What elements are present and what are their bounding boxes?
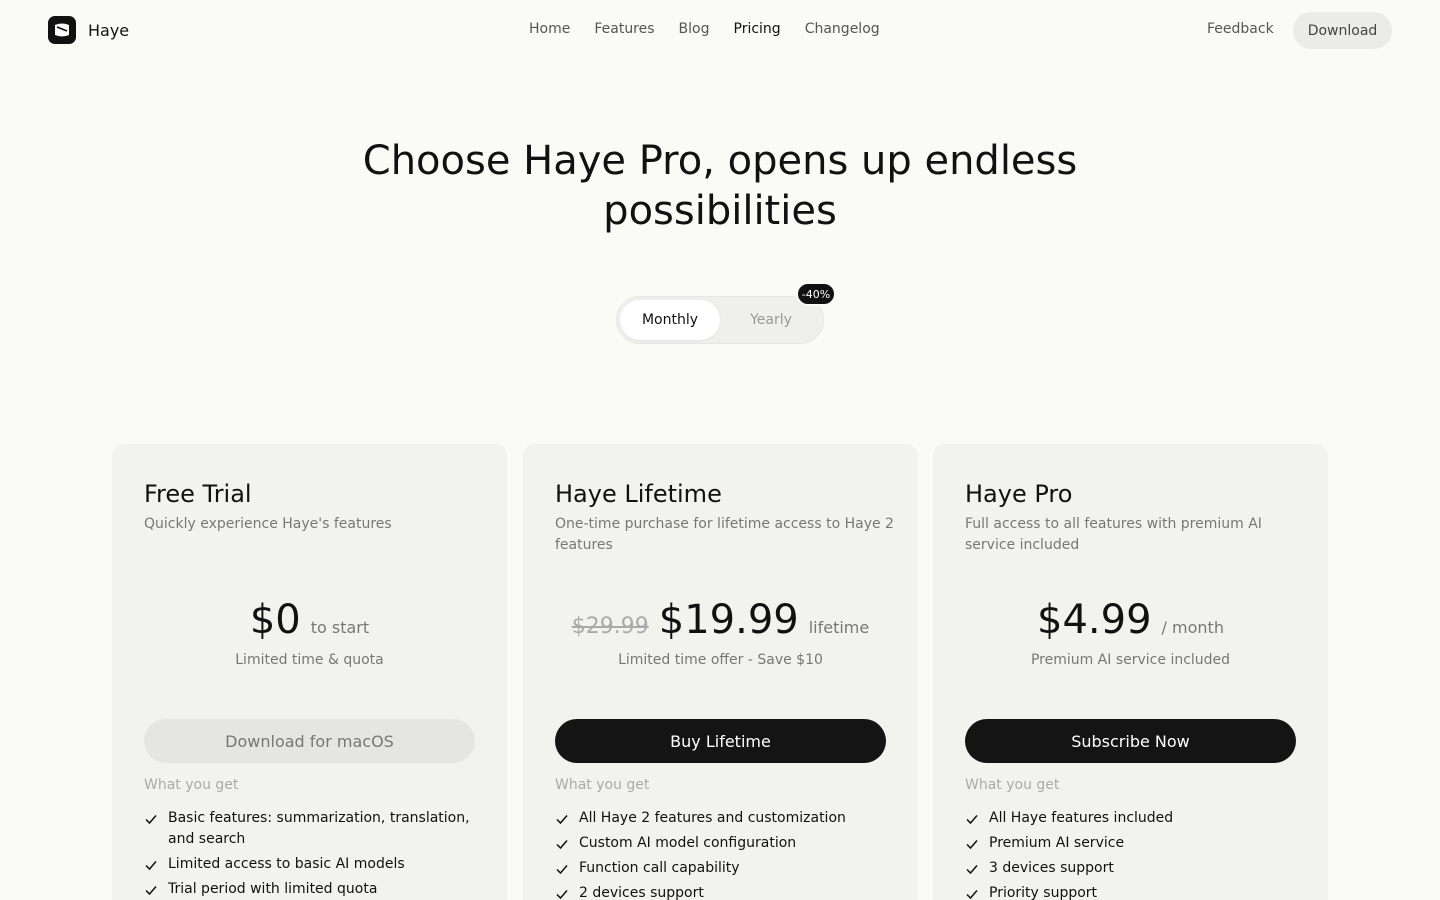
feature-text: Basic features: summarization, translati… — [168, 810, 470, 847]
nav-blog[interactable]: Blog — [679, 21, 710, 37]
feature-text: 3 devices support — [989, 860, 1114, 876]
nav-home[interactable]: Home — [529, 21, 570, 37]
feature-text: All Haye 2 features and customization — [579, 810, 846, 826]
billing-period-toggle: Monthly Yearly — [616, 296, 824, 344]
plan-price-note: Premium AI service included — [1030, 652, 1231, 668]
features-label: What you get — [965, 777, 1060, 793]
nav-pricing[interactable]: Pricing — [734, 21, 781, 37]
billing-yearly-option[interactable]: Yearly — [721, 300, 821, 340]
check-icon — [965, 858, 979, 879]
plan-card-free-trial: Free Trial Quickly experience Haye's fea… — [112, 444, 507, 900]
plan-price: $19.99 — [658, 597, 799, 643]
check-icon — [965, 883, 979, 900]
feature-text: 2 devices support — [579, 885, 704, 900]
feature-text: Limited access to basic AI models — [168, 856, 405, 872]
feature-text: Premium AI service — [989, 835, 1125, 851]
feature-text: Function call capability — [579, 860, 740, 876]
haye-logo-icon — [48, 16, 76, 44]
billing-monthly-option[interactable]: Monthly — [620, 300, 720, 340]
plan-feature-list: All Haye 2 features and customization Cu… — [555, 808, 885, 900]
plan-card-lifetime: Haye Lifetime One-time purchase for life… — [523, 444, 918, 900]
list-item: Limited access to basic AI models — [144, 854, 474, 875]
check-icon — [555, 808, 569, 829]
plan-price: $0 — [249, 597, 301, 643]
feature-text: All Haye features included — [989, 810, 1174, 826]
list-item: All Haye 2 features and customization — [555, 808, 885, 829]
page-title: Choose Haye Pro, opens up endless possib… — [0, 136, 1440, 236]
plan-price-suffix: to start — [310, 618, 370, 637]
list-item: Custom AI model configuration — [555, 833, 885, 854]
check-icon — [144, 854, 158, 875]
list-item: Priority support — [965, 883, 1295, 900]
feature-text: Custom AI model configuration — [579, 835, 797, 851]
check-icon — [965, 808, 979, 829]
buy-lifetime-button[interactable]: Buy Lifetime — [555, 719, 886, 763]
list-item: Basic features: summarization, translati… — [144, 808, 474, 850]
feature-text: Trial period with limited quota — [168, 881, 378, 897]
list-item: 2 devices support — [555, 883, 885, 900]
plan-price-note: Limited time offer - Save $10 — [618, 652, 823, 668]
nav-features[interactable]: Features — [594, 21, 654, 37]
list-item: 3 devices support — [965, 858, 1295, 879]
plan-price-suffix: / month — [1161, 618, 1224, 637]
check-icon — [144, 879, 158, 900]
list-item: All Haye features included — [965, 808, 1295, 829]
plan-price-row: $0 to start — [112, 596, 507, 644]
brand-name: Haye — [88, 20, 130, 40]
plan-title: Haye Pro — [965, 480, 1073, 508]
header-download-button[interactable]: Download — [1293, 12, 1392, 49]
plan-title: Haye Lifetime — [555, 480, 722, 508]
plan-price-row: $29.99 $19.99 lifetime — [523, 596, 918, 644]
plan-price: $4.99 — [1037, 597, 1152, 643]
plan-title: Free Trial — [144, 480, 252, 508]
page-title-line-2: possibilities — [603, 188, 837, 234]
plan-price-row: $4.99 / month — [933, 596, 1328, 644]
features-label: What you get — [144, 777, 239, 793]
feedback-link[interactable]: Feedback — [1207, 21, 1274, 37]
subscribe-now-button[interactable]: Subscribe Now — [965, 719, 1296, 763]
check-icon — [555, 833, 569, 854]
yearly-discount-badge: -40% — [796, 282, 836, 306]
plan-description: Quickly experience Haye's features — [144, 516, 392, 532]
list-item: Trial period with limited quota — [144, 879, 474, 900]
plan-price-note: Limited time & quota — [235, 652, 384, 668]
plan-price-suffix: lifetime — [808, 618, 870, 637]
feature-text: Priority support — [989, 885, 1098, 900]
check-icon — [555, 858, 569, 879]
top-header: Haye Home Features Blog Pricing Changelo… — [0, 0, 1440, 62]
plan-card-pro: Haye Pro Full access to all features wit… — [933, 444, 1328, 900]
main-nav: Home Features Blog Pricing Changelog — [529, 21, 880, 37]
download-macos-button[interactable]: Download for macOS — [144, 719, 475, 763]
plan-feature-list: All Haye features included Premium AI se… — [965, 808, 1295, 900]
check-icon — [555, 883, 569, 900]
plan-original-price: $29.99 — [571, 614, 649, 639]
page-title-line-1: Choose Haye Pro, opens up endless — [362, 138, 1078, 184]
check-icon — [144, 808, 158, 829]
plan-feature-list: Basic features: summarization, translati… — [144, 808, 474, 900]
plan-description: Full access to all features with premium… — [965, 516, 1262, 553]
list-item: Function call capability — [555, 858, 885, 879]
nav-changelog[interactable]: Changelog — [805, 21, 880, 37]
features-label: What you get — [555, 777, 650, 793]
brand[interactable]: Haye — [48, 16, 129, 44]
plan-description: One-time purchase for lifetime access to… — [555, 516, 894, 553]
check-icon — [965, 833, 979, 854]
list-item: Premium AI service — [965, 833, 1295, 854]
